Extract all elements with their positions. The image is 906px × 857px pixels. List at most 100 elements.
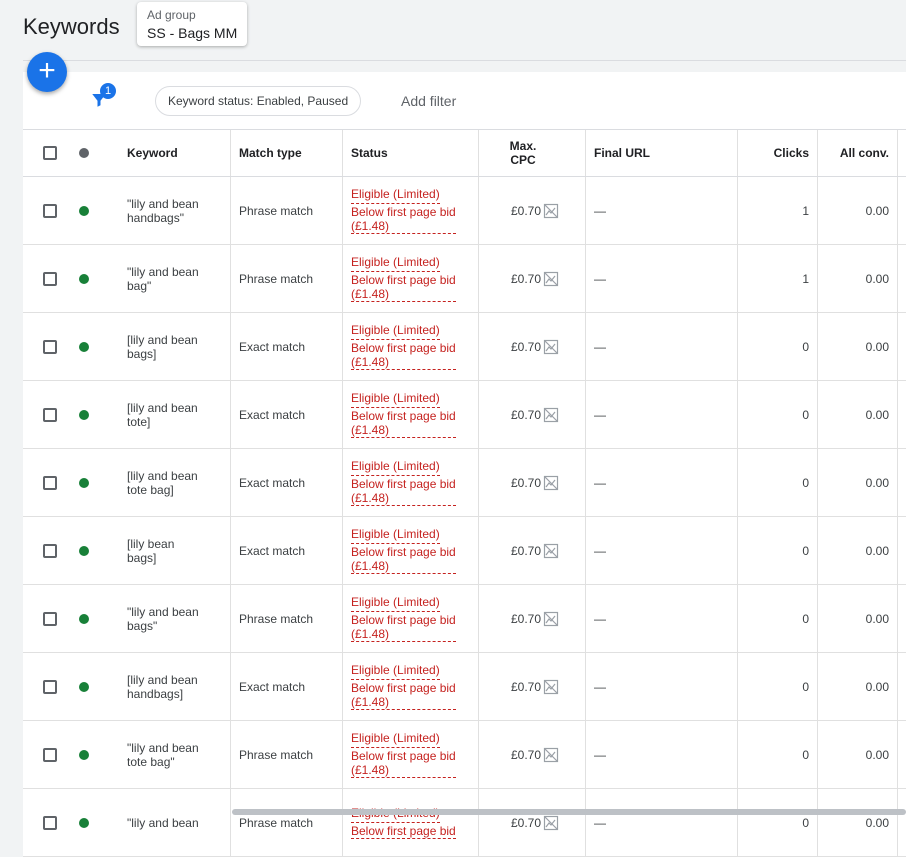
- match-type-cell[interactable]: Exact match: [239, 517, 339, 584]
- keyword-text[interactable]: "lily and bean: [127, 816, 199, 830]
- max-cpc-cell[interactable]: £0.70: [483, 653, 559, 720]
- row-checkbox[interactable]: [43, 679, 57, 694]
- column-match-type[interactable]: Match type: [239, 130, 339, 176]
- match-type-cell[interactable]: Phrase match: [239, 721, 339, 788]
- keyword-cell[interactable]: [lily and bean handbags]: [127, 653, 227, 720]
- keyword-text[interactable]: "lily and bean bags": [127, 605, 199, 633]
- max-cpc-value[interactable]: £0.70: [511, 272, 541, 286]
- keyword-cell[interactable]: "lily and bean bag": [127, 245, 227, 312]
- keyword-text[interactable]: [lily bean bags]: [127, 537, 174, 565]
- final-url-cell[interactable]: —: [594, 789, 694, 856]
- status-text[interactable]: Eligible (Limited): [351, 458, 440, 476]
- table-row[interactable]: "lily and bean bag" Phrase match Eligibl…: [23, 245, 906, 313]
- row-checkbox[interactable]: [43, 203, 57, 218]
- max-cpc-cell[interactable]: £0.70: [483, 381, 559, 448]
- keyword-cell[interactable]: [lily bean bags]: [127, 517, 227, 584]
- row-checkbox[interactable]: [43, 747, 57, 762]
- final-url-cell[interactable]: —: [594, 313, 694, 380]
- status-detail-text[interactable]: Below first page bid (£1.48): [351, 205, 456, 234]
- table-row[interactable]: [lily and bean tote] Exact match Eligibl…: [23, 381, 906, 449]
- row-checkbox[interactable]: [43, 815, 57, 830]
- max-cpc-value[interactable]: £0.70: [511, 408, 541, 422]
- add-filter-button[interactable]: Add filter: [401, 93, 456, 109]
- column-keyword[interactable]: Keyword: [127, 130, 227, 176]
- keyword-cell[interactable]: "lily and bean handbags": [127, 177, 227, 244]
- match-type-cell[interactable]: Phrase match: [239, 789, 339, 856]
- status-text[interactable]: Eligible (Limited): [351, 526, 440, 544]
- status-text[interactable]: Eligible (Limited): [351, 662, 440, 680]
- status-text[interactable]: Eligible (Limited): [351, 254, 440, 272]
- status-text[interactable]: Eligible (Limited): [351, 730, 440, 748]
- max-cpc-cell[interactable]: £0.70: [483, 721, 559, 788]
- status-detail-text[interactable]: Below first page bid (£1.48): [351, 341, 456, 370]
- max-cpc-cell[interactable]: £0.70: [483, 177, 559, 244]
- table-row[interactable]: "lily and bean tote bag" Phrase match El…: [23, 721, 906, 789]
- horizontal-scrollbar[interactable]: [232, 809, 906, 815]
- final-url-cell[interactable]: —: [594, 585, 694, 652]
- status-detail-text[interactable]: Below first page bid (£1.48): [351, 409, 456, 438]
- max-cpc-value[interactable]: £0.70: [511, 544, 541, 558]
- column-clicks[interactable]: Clicks: [743, 130, 809, 176]
- max-cpc-cell[interactable]: £0.70: [483, 313, 559, 380]
- row-checkbox[interactable]: [43, 475, 57, 490]
- match-type-cell[interactable]: Exact match: [239, 381, 339, 448]
- keyword-text[interactable]: [lily and bean tote]: [127, 401, 198, 429]
- table-row[interactable]: "lily and bean handbags" Phrase match El…: [23, 177, 906, 245]
- final-url-cell[interactable]: —: [594, 177, 694, 244]
- row-checkbox[interactable]: [43, 339, 57, 354]
- match-type-cell[interactable]: Phrase match: [239, 177, 339, 244]
- select-all-checkbox[interactable]: [43, 146, 57, 160]
- status-text[interactable]: Eligible (Limited): [351, 594, 440, 612]
- max-cpc-value[interactable]: £0.70: [511, 816, 541, 830]
- column-status[interactable]: Status: [351, 130, 451, 176]
- status-detail-text[interactable]: Below first page bid (£1.48): [351, 477, 456, 506]
- table-row[interactable]: [lily bean bags] Exact match Eligible (L…: [23, 517, 906, 585]
- row-checkbox[interactable]: [43, 271, 57, 286]
- keyword-cell[interactable]: [lily and bean tote]: [127, 381, 227, 448]
- keyword-text[interactable]: [lily and bean bags]: [127, 333, 198, 361]
- table-row[interactable]: "lily and bean Phrase match Eligible (Li…: [23, 789, 906, 857]
- table-row[interactable]: [lily and bean tote bag] Exact match Eli…: [23, 449, 906, 517]
- status-detail-text[interactable]: Below first page bid (£1.48): [351, 681, 456, 710]
- max-cpc-value[interactable]: £0.70: [511, 680, 541, 694]
- final-url-cell[interactable]: —: [594, 449, 694, 516]
- keyword-cell[interactable]: "lily and bean tote bag": [127, 721, 227, 788]
- final-url-cell[interactable]: —: [594, 517, 694, 584]
- max-cpc-cell[interactable]: £0.70: [483, 517, 559, 584]
- max-cpc-value[interactable]: £0.70: [511, 748, 541, 762]
- match-type-cell[interactable]: Exact match: [239, 313, 339, 380]
- max-cpc-cell[interactable]: £0.70: [483, 245, 559, 312]
- keyword-text[interactable]: [lily and bean tote bag]: [127, 469, 198, 497]
- row-checkbox[interactable]: [43, 543, 57, 558]
- keyword-text[interactable]: "lily and bean bag": [127, 265, 199, 293]
- max-cpc-value[interactable]: £0.70: [511, 204, 541, 218]
- status-detail-text[interactable]: Below first page bid (£1.48): [351, 749, 456, 778]
- keyword-cell[interactable]: "lily and bean: [127, 789, 227, 856]
- max-cpc-cell[interactable]: £0.70: [483, 789, 559, 856]
- keyword-text[interactable]: [lily and bean handbags]: [127, 673, 198, 701]
- status-detail-text[interactable]: Below first page bid: [351, 824, 456, 839]
- status-text[interactable]: Eligible (Limited): [351, 390, 440, 408]
- row-checkbox[interactable]: [43, 611, 57, 626]
- max-cpc-value[interactable]: £0.70: [511, 612, 541, 626]
- final-url-cell[interactable]: —: [594, 721, 694, 788]
- keyword-text[interactable]: "lily and bean tote bag": [127, 741, 199, 769]
- match-type-cell[interactable]: Phrase match: [239, 245, 339, 312]
- final-url-cell[interactable]: —: [594, 653, 694, 720]
- match-type-cell[interactable]: Phrase match: [239, 585, 339, 652]
- table-row[interactable]: "lily and bean bags" Phrase match Eligib…: [23, 585, 906, 653]
- column-all-conv[interactable]: All conv.: [823, 130, 889, 176]
- status-text[interactable]: Eligible (Limited): [351, 322, 440, 340]
- max-cpc-value[interactable]: £0.70: [511, 476, 541, 490]
- status-detail-text[interactable]: Below first page bid (£1.48): [351, 273, 456, 302]
- keyword-status-filter-chip[interactable]: Keyword status: Enabled, Paused: [155, 86, 362, 116]
- status-text[interactable]: Eligible (Limited): [351, 186, 440, 204]
- row-checkbox[interactable]: [43, 407, 57, 422]
- keyword-cell[interactable]: [lily and bean bags]: [127, 313, 227, 380]
- column-final-url[interactable]: Final URL: [594, 130, 694, 176]
- table-row[interactable]: [lily and bean handbags] Exact match Eli…: [23, 653, 906, 721]
- max-cpc-value[interactable]: £0.70: [511, 340, 541, 354]
- max-cpc-cell[interactable]: £0.70: [483, 585, 559, 652]
- match-type-cell[interactable]: Exact match: [239, 653, 339, 720]
- table-row[interactable]: [lily and bean bags] Exact match Eligibl…: [23, 313, 906, 381]
